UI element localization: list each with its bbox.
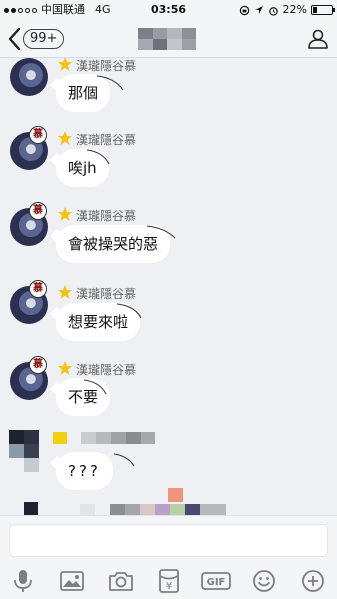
chat-message-list[interactable]: 漢瓏隱谷慕 那個 慕 漢瓏隱谷慕 唉jh 慕 漢瓏隱谷慕 會被操哭的惡 慕 漢瓏… [0,58,337,515]
status-right: 22% [239,0,335,20]
star-icon [58,361,72,375]
star-icon [58,285,72,299]
location-icon [254,6,263,14]
bubble-decoration-icon [113,453,135,467]
gif-icon[interactable]: GIF [201,568,231,594]
contact-profile-icon[interactable] [307,28,329,50]
alarm-icon [268,6,278,16]
sender-name: 漢瓏隱谷慕 [76,209,137,223]
input-toolbar: ¥ GIF [0,562,337,599]
chat-title-redacted [138,28,196,50]
bubble-decoration-icon [86,149,110,165]
chat-message: 慕 漢瓏隱谷慕 想要來啦 [0,280,337,356]
unread-count-badge[interactable]: 99+ [23,29,65,49]
sender-name: 漢瓏隱谷慕 [76,59,137,73]
redacted-badge [53,432,67,444]
battery-percent: 22% [282,3,307,16]
avatar-badge: 慕 [29,202,47,220]
star-icon [58,58,72,71]
bubble-decoration-icon [96,75,124,91]
chat-message: 漢瓏隱谷慕 那個 [0,58,337,126]
sender-avatar[interactable] [10,58,48,96]
sender-name: 漢瓏隱谷慕 [76,287,137,301]
red-packet-label: ¥ [166,581,172,592]
emoji-icon[interactable] [251,568,277,594]
battery-icon [311,5,335,15]
avatar-badge: 慕 [29,280,47,298]
battery-level [313,7,317,13]
star-icon [58,207,72,221]
camera-icon[interactable] [108,568,134,594]
message-input[interactable] [9,524,328,557]
redacted-avatar[interactable] [9,430,55,474]
redacted-message [0,486,337,515]
star-icon [58,131,72,145]
gif-label: GIF [207,577,226,588]
message-input-area: ¥ GIF [0,515,337,599]
status-bar: 中国联通 4G 03:56 22% [0,0,337,20]
chat-message: 慕 漢瓏隱谷慕 不要 [0,356,337,430]
image-icon[interactable] [59,568,85,594]
chat-message: 慕 漢瓏隱谷慕 唉jh [0,126,337,202]
bubble-decoration-icon [146,225,176,239]
sender-name: 漢瓏隱谷慕 [76,133,137,147]
red-packet-icon[interactable]: ¥ [156,568,182,594]
chat-header: 99+ [0,20,337,58]
sender-name: 漢瓏隱谷慕 [76,363,137,377]
back-chevron-icon[interactable] [5,26,25,52]
bubble-decoration-icon [116,303,142,319]
chat-message: 慕 漢瓏隱谷慕 會被操哭的惡 [0,202,337,280]
message-bubble[interactable]: ??? [56,452,113,490]
bubble-decoration-icon [83,379,107,395]
rotation-lock-icon [239,5,249,15]
microphone-icon[interactable] [10,568,36,594]
avatar-badge: 慕 [29,356,47,374]
plus-icon[interactable] [300,568,326,594]
avatar-badge: 慕 [29,126,47,144]
redacted-sender-name [81,432,155,444]
